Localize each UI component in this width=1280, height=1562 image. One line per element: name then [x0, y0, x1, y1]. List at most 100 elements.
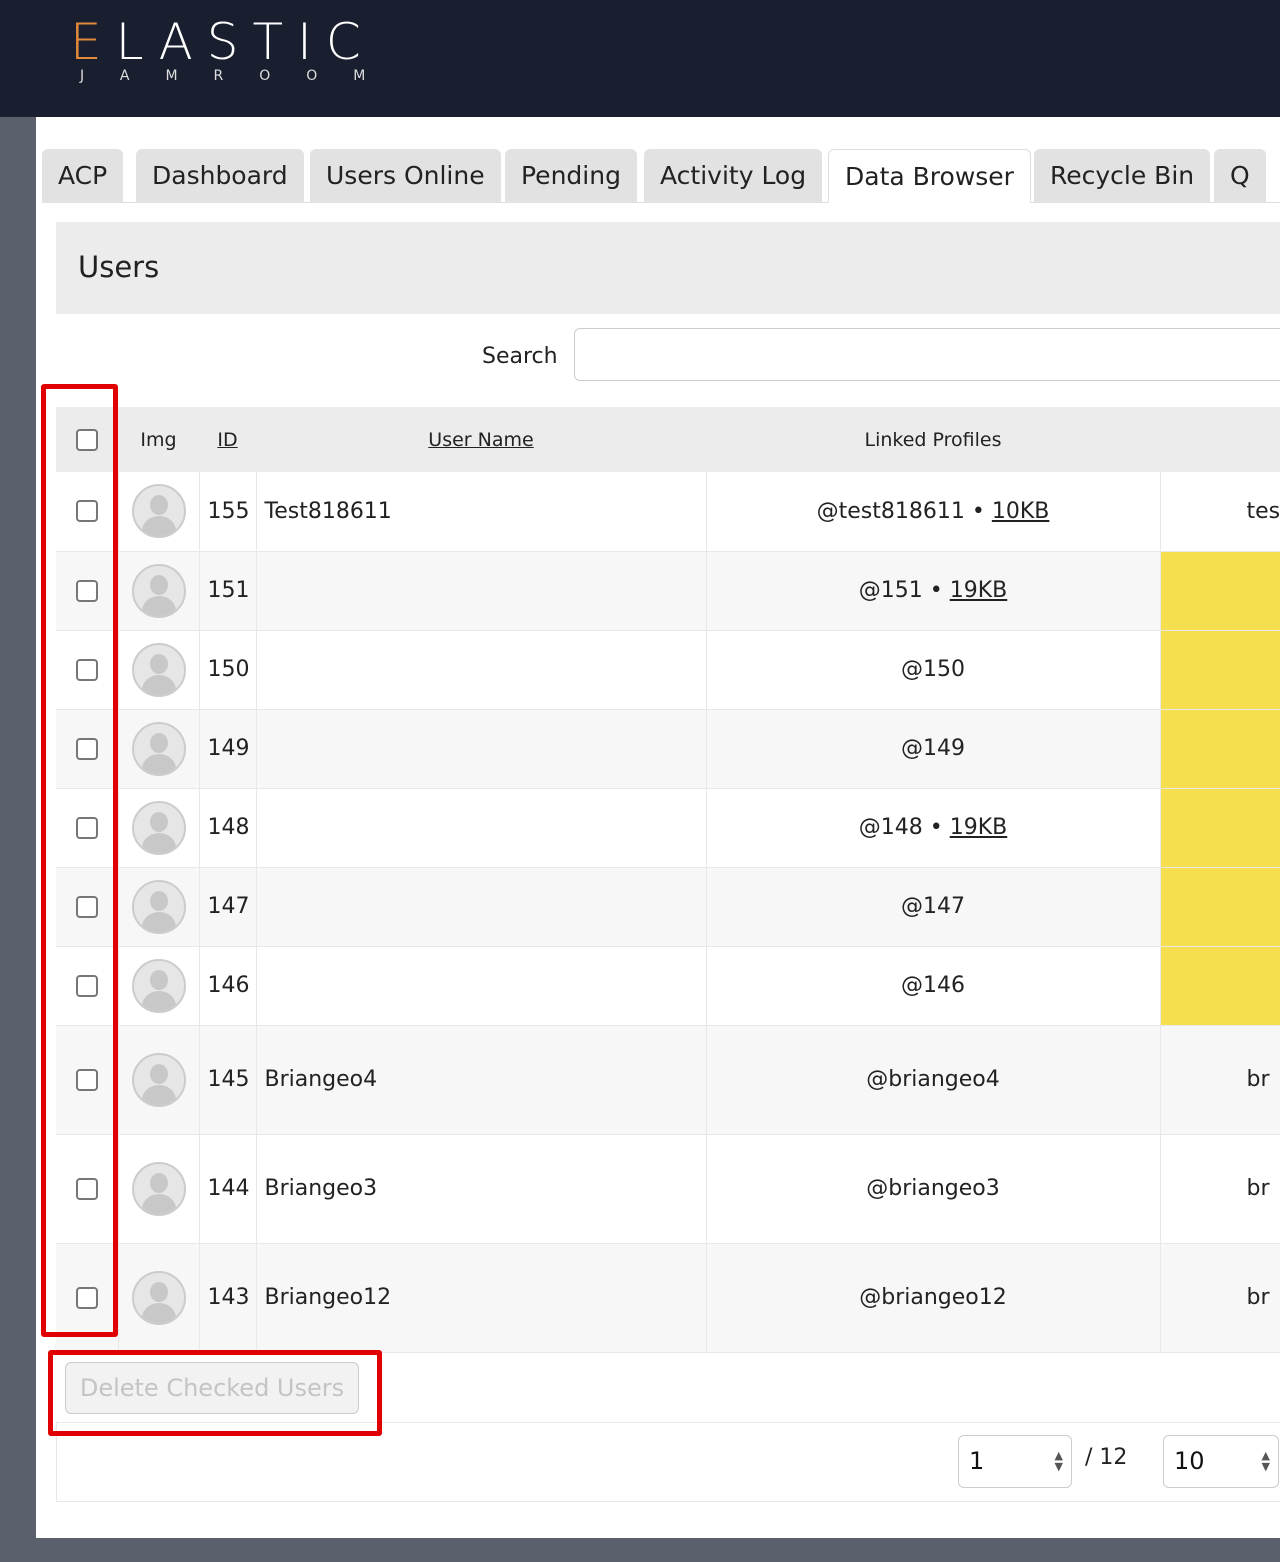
profile-handle[interactable]: @test818611 [817, 499, 965, 524]
avatar-icon[interactable] [131, 1052, 186, 1107]
user-name-cell [256, 788, 707, 868]
linked-profiles-cell: @146 [706, 946, 1161, 1026]
per-page-select[interactable]: 10 ▲ ▼ [1163, 1435, 1279, 1488]
extra-cell [1160, 630, 1280, 710]
img-cell [118, 1025, 200, 1135]
avatar-icon[interactable] [131, 563, 186, 618]
column-linked-profiles: Linked Profiles [706, 407, 1160, 472]
avatar-icon[interactable] [131, 958, 186, 1013]
profile-handle[interactable]: @147 [901, 894, 965, 919]
table-header-row: Img ID User Name Linked Profiles [56, 407, 1280, 472]
avatar-icon[interactable] [131, 1270, 186, 1325]
search-label: Search [482, 344, 558, 369]
profile-handle[interactable]: @briangeo3 [866, 1176, 1000, 1201]
tab-pending[interactable]: Pending [505, 149, 637, 203]
profile-handle[interactable]: @148 [859, 815, 923, 840]
tab-dashboard[interactable]: Dashboard [136, 149, 304, 203]
tab-data-browser[interactable]: Data Browser [828, 149, 1031, 203]
page-value: 1 [969, 1447, 985, 1475]
id-cell: 148 [199, 788, 257, 868]
linked-profiles-cell: @briangeo12 [706, 1243, 1161, 1353]
avatar-icon[interactable] [131, 800, 186, 855]
table-row: 146 @146 [56, 946, 1280, 1026]
id-cell: 144 [199, 1134, 257, 1244]
extra-cell: br [1160, 1025, 1280, 1135]
avatar-icon[interactable] [131, 642, 186, 697]
per-page-value: 10 [1174, 1447, 1205, 1475]
profile-size-link[interactable]: 19KB [950, 815, 1008, 840]
users-table: Img ID User Name Linked Profiles 155 Tes… [56, 407, 1280, 1353]
user-name-cell [256, 867, 707, 947]
linked-profiles-cell: @149 [706, 709, 1161, 789]
column-id[interactable]: ID [199, 407, 256, 472]
profile-handle[interactable]: @150 [901, 657, 965, 682]
user-name-cell: Briangeo3 [256, 1134, 707, 1244]
column-extra [1160, 407, 1280, 472]
tab-bar: ACP Dashboard Users Online Pending Activity … [42, 149, 1280, 203]
id-cell: 143 [199, 1243, 257, 1353]
page-title: Users [78, 250, 160, 284]
logo-initial: E [70, 13, 116, 71]
img-cell [118, 472, 200, 552]
section-header: Users [56, 222, 1280, 314]
extra-cell [1160, 709, 1280, 789]
logo-subtext: JAMROOM [80, 68, 402, 84]
profile-size-link[interactable]: 10KB [992, 499, 1050, 524]
profile-size-link[interactable]: 19KB [950, 578, 1008, 603]
img-cell [118, 1134, 200, 1244]
user-name-cell [256, 946, 707, 1026]
tab-activity-log[interactable]: Activity Log [644, 149, 823, 203]
profile-handle[interactable]: @briangeo4 [866, 1067, 1000, 1092]
extra-cell: test [1160, 472, 1280, 552]
avatar-icon[interactable] [131, 1161, 186, 1216]
table-row: 144 Briangeo3 @briangeo3 br [56, 1134, 1280, 1244]
linked-profiles-cell: @150 [706, 630, 1161, 710]
separator: • [964, 498, 992, 524]
profile-handle[interactable]: @151 [859, 578, 923, 603]
extra-cell: br [1160, 1134, 1280, 1244]
tab-recycle-bin[interactable]: Recycle Bin [1034, 149, 1211, 203]
table-row: 149 @149 [56, 709, 1280, 789]
column-user-name[interactable]: User Name [256, 407, 706, 472]
user-name-cell [256, 630, 707, 710]
profile-handle[interactable]: @146 [901, 973, 965, 998]
img-cell [118, 788, 200, 868]
linked-profiles-cell: @test818611 • 10KB [706, 472, 1161, 552]
id-cell: 147 [199, 867, 257, 947]
tab-acp[interactable]: ACP [42, 149, 124, 203]
updown-icon: ▲ ▼ [1054, 1449, 1063, 1473]
user-name-cell: Briangeo12 [256, 1243, 707, 1353]
separator: • [922, 578, 950, 603]
profile-handle[interactable]: @briangeo12 [859, 1285, 1007, 1310]
site-header: ELASTIC JAMROOM [0, 0, 1280, 117]
extra-cell [1160, 551, 1280, 631]
avatar-icon[interactable] [131, 721, 186, 776]
img-cell [118, 551, 200, 631]
logo[interactable]: ELASTIC JAMROOM [70, 14, 401, 84]
table-row: 155 Test818611 @test818611 • 10KB test [56, 472, 1280, 552]
page-select[interactable]: 1 ▲ ▼ [958, 1435, 1072, 1488]
profile-handle[interactable]: @149 [901, 736, 965, 761]
logo-text: LASTIC [115, 13, 375, 71]
extra-cell: br [1160, 1243, 1280, 1353]
img-cell [118, 867, 200, 947]
user-name-cell: Briangeo4 [256, 1025, 707, 1135]
search-input[interactable] [574, 328, 1280, 381]
annotation-delete-button [48, 1350, 382, 1436]
img-cell [118, 709, 200, 789]
tab-q[interactable]: Q [1214, 149, 1266, 203]
id-cell: 146 [199, 946, 257, 1026]
annotation-checkbox-column [41, 384, 118, 1337]
tab-users-online[interactable]: Users Online [310, 149, 501, 203]
table-row: 145 Briangeo4 @briangeo4 br [56, 1025, 1280, 1135]
id-cell: 151 [199, 551, 257, 631]
separator: • [922, 815, 950, 840]
updown-icon: ▲ ▼ [1261, 1449, 1270, 1473]
linked-profiles-cell: @briangeo3 [706, 1134, 1161, 1244]
column-img: Img [118, 407, 199, 472]
extra-cell [1160, 867, 1280, 947]
img-cell [118, 1243, 200, 1353]
table-row: 143 Briangeo12 @briangeo12 br [56, 1243, 1280, 1353]
avatar-icon[interactable] [131, 484, 186, 539]
avatar-icon[interactable] [131, 879, 186, 934]
